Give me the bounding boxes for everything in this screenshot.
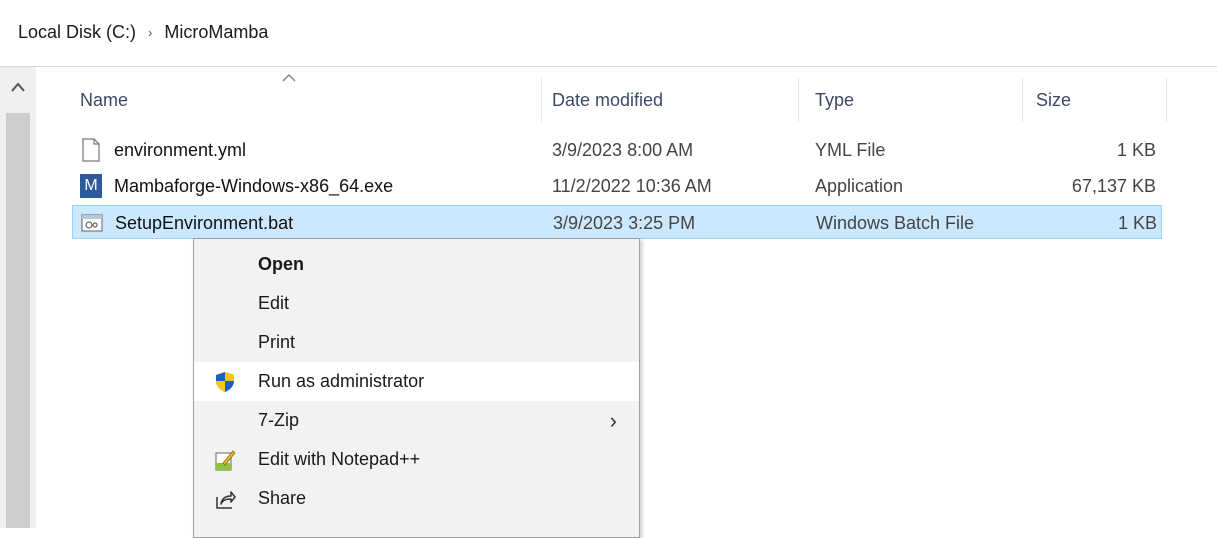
file-name-cell: environment.yml [80,133,246,167]
submenu-arrow-icon: › [609,407,617,433]
menu-item-7zip[interactable]: 7-Zip › [194,401,639,440]
file-date: 11/2/2022 10:36 AM [552,175,712,196]
menu-item-label: Run as administrator [258,371,425,391]
context-menu: Open Edit Print Run as administrator 7-Z… [193,238,640,538]
file-size: 1 KB [1116,139,1156,160]
file-row-selected[interactable]: SetupEnvironment.bat 3/9/2023 3:25 PM Wi… [72,205,1162,239]
column-divider[interactable] [798,78,799,122]
menu-item-label: 7-Zip [258,410,300,430]
menu-item-run-as-administrator[interactable]: Run as administrator [194,362,639,401]
file-name: SetupEnvironment.bat [115,212,294,233]
file-date: 3/9/2023 8:00 AM [552,139,694,160]
file-name: environment.yml [114,139,247,160]
breadcrumb-separator-icon[interactable]: › [148,25,152,40]
file-type: YML File [815,139,886,160]
column-divider[interactable] [541,78,542,122]
file-type: Application [815,175,904,196]
file-name-cell: M Mambaforge-Windows-x86_64.exe [80,169,393,203]
breadcrumb-item-micromamba[interactable]: MicroMamba [164,22,268,43]
text-file-icon [80,138,102,162]
scroll-up-arrow-icon[interactable] [0,67,36,107]
file-row[interactable]: M Mambaforge-Windows-x86_64.exe 11/2/202… [72,169,1162,203]
column-header-size-label: Size [1036,89,1072,110]
menu-item-print[interactable]: Print [194,323,639,362]
column-header-type-label: Type [815,89,855,110]
file-date: 3/9/2023 3:25 PM [553,212,696,233]
column-header-size[interactable]: Size [1036,78,1156,122]
column-divider[interactable] [1166,78,1167,122]
column-header-name[interactable]: Name [80,78,540,122]
menu-item-share[interactable]: Share [194,479,639,518]
file-size: 1 KB [1117,212,1157,233]
menu-item-label: Print [258,332,296,352]
notepad-plus-plus-icon [214,449,236,471]
mamba-app-icon: M [80,174,102,198]
column-header-name-label: Name [80,89,129,110]
menu-item-label: Share [258,488,307,508]
menu-item-edit[interactable]: Edit [194,284,639,323]
menu-item-label: Edit with Notepad++ [258,449,421,469]
mamba-app-icon-letter: M [84,177,98,194]
uac-shield-icon [214,371,236,393]
batch-file-icon [81,211,103,235]
file-type: Windows Batch File [816,212,975,233]
menu-item-open[interactable]: Open [194,245,639,284]
file-name-cell: SetupEnvironment.bat [81,206,293,240]
column-header-date[interactable]: Date modified [552,78,792,122]
menu-item-edit-with-notepad[interactable]: Edit with Notepad++ [194,440,639,479]
column-divider[interactable] [1022,78,1023,122]
address-bar[interactable]: Local Disk (C:) › MicroMamba [0,0,1217,67]
column-header-date-label: Date modified [552,89,664,110]
menu-item-label: Open [258,254,305,274]
file-row[interactable]: environment.yml 3/9/2023 8:00 AM YML Fil… [72,133,1162,167]
share-icon [214,488,236,510]
vertical-scrollbar[interactable] [0,67,36,528]
column-header-type[interactable]: Type [815,78,1005,122]
file-name: Mambaforge-Windows-x86_64.exe [114,175,394,196]
breadcrumb-item-local-disk[interactable]: Local Disk (C:) [18,22,136,43]
scrollbar-thumb[interactable] [6,113,30,528]
menu-item-label: Edit [258,293,290,313]
file-size: 67,137 KB [1071,175,1156,196]
breadcrumb: Local Disk (C:) › MicroMamba [18,22,268,43]
